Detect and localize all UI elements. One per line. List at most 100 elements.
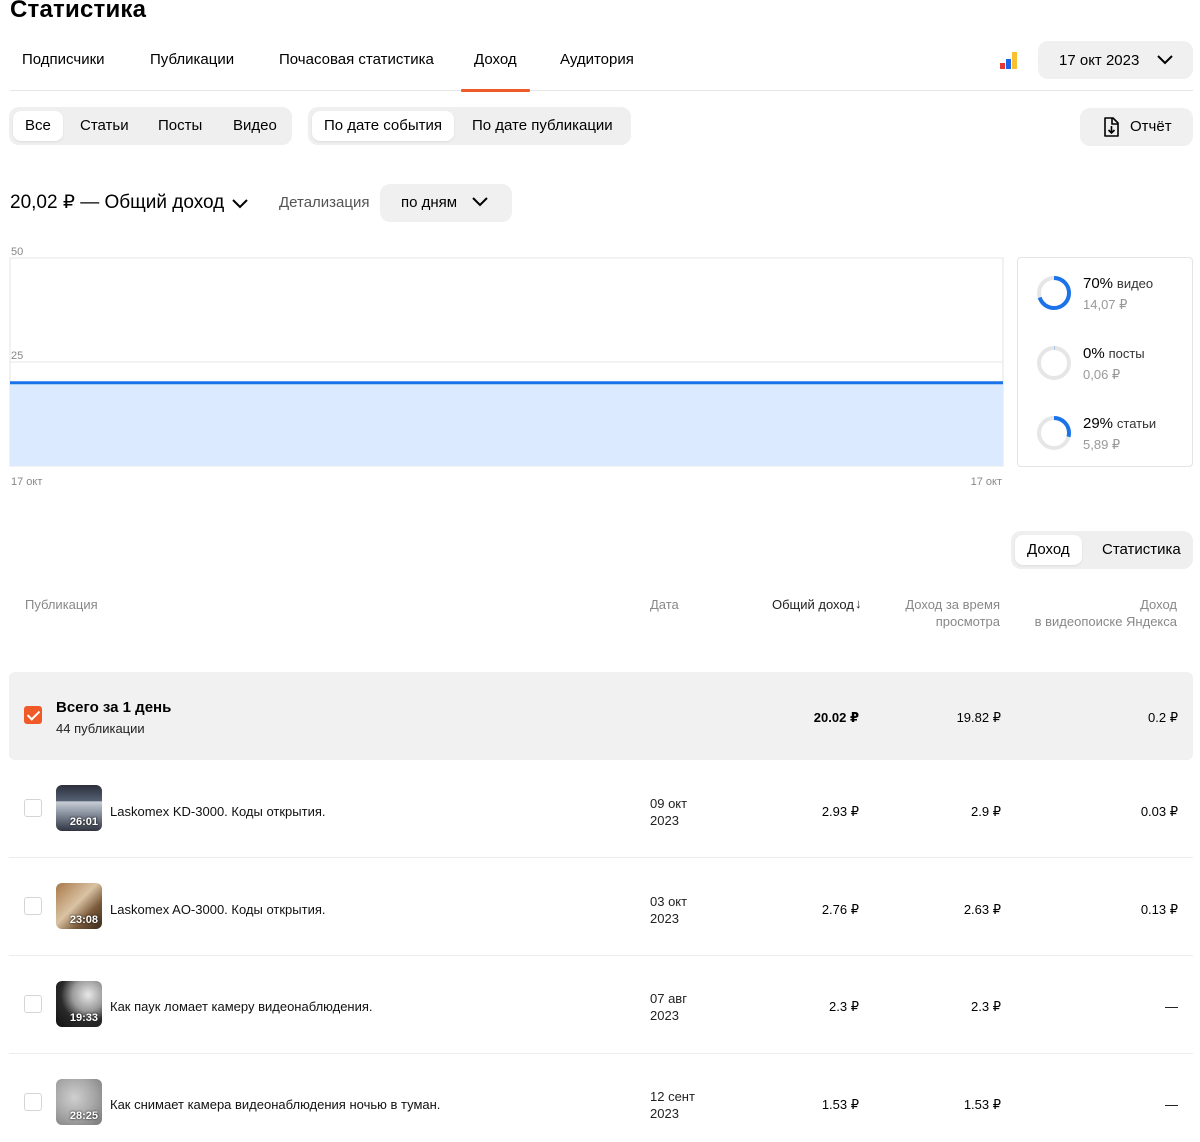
header-publication[interactable]: Публикация xyxy=(25,596,98,613)
date-day: 07 авг xyxy=(650,991,687,1006)
row-search: — xyxy=(1165,999,1178,1014)
publication-title[interactable]: Как снимает камера видеонаблюдения ночью… xyxy=(110,1097,440,1112)
tab-audience[interactable]: Аудитория xyxy=(560,51,634,91)
x-tick-label: 17 окт xyxy=(971,476,1002,488)
report-button-label: Отчёт xyxy=(1130,118,1172,135)
tab-income[interactable]: Доход xyxy=(461,51,530,92)
split-amount: 0,06 ₽ xyxy=(1083,367,1121,382)
row-checkbox[interactable] xyxy=(24,897,42,915)
row-total: 2.93 ₽ xyxy=(821,804,859,819)
tab-subscribers[interactable]: Подписчики xyxy=(22,51,105,91)
filter-posts[interactable]: Посты xyxy=(146,111,214,141)
header-date[interactable]: Дата xyxy=(650,596,679,613)
filter-all[interactable]: Все xyxy=(13,111,63,141)
split-row-posts: 0% посты 0,06 ₽ xyxy=(1036,345,1186,395)
split-row-video: 70% видео 14,07 ₽ xyxy=(1036,275,1186,325)
total-income-selector[interactable]: 20,02 ₽ — Общий доход xyxy=(10,191,248,214)
split-ring-articles xyxy=(1037,416,1071,450)
row-total: 2.3 ₽ xyxy=(829,999,859,1014)
income-chart: 5025017 окт17 окт xyxy=(8,240,1008,490)
download-document-icon xyxy=(1104,117,1119,137)
toggle-income[interactable]: Доход xyxy=(1015,535,1082,565)
split-row-articles: 29% статьи 5,89 ₽ xyxy=(1036,415,1186,465)
table-mode-toggle: Доход Статистика xyxy=(1011,531,1193,569)
tab-hourly-stats[interactable]: Почасовая статистика xyxy=(279,51,434,91)
row-checkbox[interactable] xyxy=(24,995,42,1013)
date-year: 2023 xyxy=(650,813,679,828)
table-row: 19:33 Как паук ломает камеру видеонаблюд… xyxy=(9,957,1193,1054)
row-watch: 1.53 ₽ xyxy=(963,1097,1001,1112)
total-row-total: 20.02 ₽ xyxy=(813,710,859,725)
header-search-income[interactable]: Доход в видеопоиске Яндекса xyxy=(1035,596,1177,630)
header-watch-income-line1: Доход за время xyxy=(905,597,1000,612)
row-watch: 2.63 ₽ xyxy=(963,902,1001,917)
series-area xyxy=(10,382,1003,466)
row-search: — xyxy=(1165,1097,1178,1112)
filter-articles[interactable]: Статьи xyxy=(68,111,141,141)
row-total: 1.53 ₽ xyxy=(821,1097,859,1112)
chevron-down-icon xyxy=(1157,55,1173,65)
split-pct: 70% xyxy=(1083,275,1114,292)
header-watch-income[interactable]: Доход за время просмотра xyxy=(905,596,1000,630)
date-year: 2023 xyxy=(650,1008,679,1023)
row-checkbox[interactable] xyxy=(24,1093,42,1111)
publication-title[interactable]: Laskomex AO-3000. Коды открытия. xyxy=(110,902,325,917)
publication-title[interactable]: Как паук ломает камеру видеонаблюдения. xyxy=(110,999,373,1014)
publication-date: 03 окт 2023 xyxy=(650,893,687,927)
video-thumbnail[interactable]: 23:08 xyxy=(56,883,102,929)
publication-title[interactable]: Laskomex KD-3000. Коды открытия. xyxy=(110,804,325,819)
video-duration: 26:01 xyxy=(69,816,98,828)
video-thumbnail[interactable]: 26:01 xyxy=(56,785,102,831)
total-row-watch: 19.82 ₽ xyxy=(956,710,1001,725)
chevron-down-icon xyxy=(472,197,488,207)
filter-videos[interactable]: Видео xyxy=(221,111,289,141)
date-year: 2023 xyxy=(650,1106,679,1121)
video-duration: 28:25 xyxy=(69,1110,98,1122)
row-checkbox[interactable] xyxy=(24,799,42,817)
split-category: посты xyxy=(1108,346,1145,361)
date-mode-filter: По дате события По дате публикации xyxy=(308,107,631,145)
detail-select-value: по дням xyxy=(401,194,458,211)
row-search: 0.03 ₽ xyxy=(1140,804,1178,819)
row-watch: 2.9 ₽ xyxy=(971,804,1001,819)
date-picker-value: 17 окт 2023 xyxy=(1059,51,1140,69)
detail-select[interactable]: по дням xyxy=(380,184,512,222)
date-day: 12 сент xyxy=(650,1089,695,1104)
by-event-date[interactable]: По дате события xyxy=(312,111,455,141)
table-row: 28:25 Как снимает камера видеонаблюдения… xyxy=(9,1055,1193,1142)
date-day: 09 окт xyxy=(650,796,688,811)
page-title: Статистика xyxy=(10,0,147,23)
select-all-checkbox[interactable] xyxy=(24,706,42,724)
publication-date: 07 авг 2023 xyxy=(650,990,687,1024)
video-thumbnail[interactable]: 19:33 xyxy=(56,981,102,1027)
header-search-income-line1: Доход xyxy=(1140,597,1177,612)
row-search: 0.13 ₽ xyxy=(1140,902,1178,917)
video-duration: 19:33 xyxy=(69,1012,98,1024)
split-ring-posts xyxy=(1037,346,1071,380)
header-watch-income-line2: просмотра xyxy=(935,614,1000,629)
split-category: статьи xyxy=(1116,416,1157,431)
total-row-title: Всего за 1 день xyxy=(56,699,172,716)
y-tick-label: 50 xyxy=(11,246,23,258)
chevron-down-icon xyxy=(232,198,248,208)
video-thumbnail[interactable]: 28:25 xyxy=(56,1079,102,1125)
header-search-income-line2: в видеопоиске Яндекса xyxy=(1034,614,1177,629)
split-pct: 0% xyxy=(1083,345,1105,362)
date-picker[interactable]: 17 окт 2023 xyxy=(1038,41,1193,79)
row-watch: 2.3 ₽ xyxy=(971,999,1001,1014)
header-total-income-label: Общий доход xyxy=(772,597,854,612)
publication-date: 09 окт 2023 xyxy=(650,795,687,829)
video-duration: 23:08 xyxy=(69,914,98,926)
report-button[interactable]: Отчёт xyxy=(1080,108,1193,146)
income-chart-svg: 5025017 окт17 окт xyxy=(9,246,1004,488)
split-amount: 14,07 ₽ xyxy=(1083,297,1128,312)
detail-label: Детализация xyxy=(279,194,370,211)
by-publication-date[interactable]: По дате публикации xyxy=(460,111,625,141)
split-amount: 5,89 ₽ xyxy=(1083,437,1121,452)
toggle-statistics[interactable]: Статистика xyxy=(1090,535,1193,565)
income-split-card: 70% видео 14,07 ₽ 0% посты 0,06 ₽ 29% ст… xyxy=(1017,257,1193,467)
metrica-bars-icon[interactable] xyxy=(1000,52,1018,69)
header-total-income[interactable]: Общий доход↓ xyxy=(772,596,861,613)
sort-arrow-down-icon: ↓ xyxy=(854,596,862,611)
tab-publications[interactable]: Публикации xyxy=(150,51,234,91)
